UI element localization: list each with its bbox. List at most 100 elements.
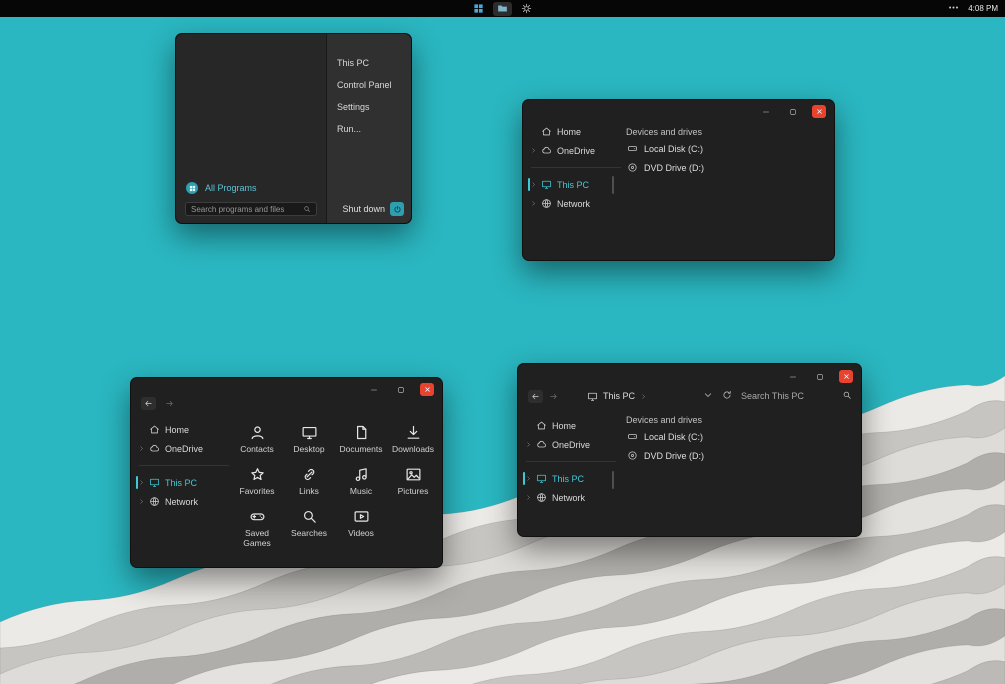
search-submit-button[interactable] (842, 390, 852, 402)
tray-overflow-button[interactable]: ••• (949, 5, 959, 12)
drive-item-c[interactable]: Local Disk (C:) (626, 139, 824, 158)
sidebar-item-home[interactable]: Home (529, 122, 623, 141)
sidebar-item-network[interactable]: Network (524, 488, 618, 507)
settings-taskbar-button[interactable] (517, 2, 536, 16)
this-pc-icon (587, 391, 598, 402)
drive-item-d[interactable]: DVD Drive (D:) (626, 158, 824, 177)
sidebar-scrollbar[interactable] (612, 176, 614, 194)
home-icon (149, 424, 160, 435)
breadcrumb[interactable]: This PC (587, 391, 647, 402)
chevron-right-icon (530, 200, 537, 207)
favorites-star-icon (249, 466, 266, 483)
chevron-right-icon (525, 494, 532, 501)
contacts-icon (249, 424, 266, 441)
start-menu-left-panel: All Programs (176, 34, 326, 223)
explorer-content: Devices and drives Local Disk (C:) DVD D… (626, 412, 851, 465)
power-button[interactable] (390, 202, 404, 216)
maximize-button[interactable] (393, 383, 408, 396)
documents-icon (353, 424, 370, 441)
address-dropdown-button[interactable] (703, 390, 713, 402)
start-search-box (185, 202, 317, 216)
chevron-right-icon (138, 498, 145, 505)
drive-item-c[interactable]: Local Disk (C:) (626, 427, 851, 446)
sidebar-item-home[interactable]: Home (524, 416, 618, 435)
taskbar-clock[interactable]: 4:08 PM (968, 4, 998, 13)
folder-item-contacts[interactable]: Contacts (231, 422, 283, 464)
forward-button[interactable] (162, 397, 177, 410)
sidebar-item-network[interactable]: Network (529, 194, 623, 213)
minimize-button[interactable] (366, 383, 381, 396)
maximize-button[interactable] (812, 370, 827, 383)
sidebar-item-onedrive[interactable]: OneDrive (529, 141, 623, 160)
explorer-search-input[interactable] (741, 391, 833, 401)
breadcrumb-label: This PC (603, 391, 636, 401)
folder-item-saved-games[interactable]: Saved Games (231, 506, 283, 548)
chevron-right-icon (138, 479, 145, 486)
window-caption (758, 105, 826, 118)
sidebar-item-this-pc[interactable]: This PC (136, 473, 231, 492)
minimize-button[interactable] (758, 105, 773, 118)
explorer-window-folders: Home OneDrive This PC Network Contacts D… (130, 377, 443, 568)
sidebar-scrollbar[interactable] (612, 471, 614, 489)
drive-item-d[interactable]: DVD Drive (D:) (626, 446, 851, 465)
this-pc-icon (541, 179, 552, 190)
sidebar-item-onedrive[interactable]: OneDrive (524, 435, 618, 454)
folder-icon (497, 3, 508, 14)
maximize-button[interactable] (785, 105, 800, 118)
folder-item-searches[interactable]: Searches (283, 506, 335, 548)
folder-item-videos[interactable]: Videos (335, 506, 387, 548)
drive-label: DVD Drive (D:) (644, 162, 704, 173)
back-button[interactable] (141, 397, 156, 410)
back-button[interactable] (528, 389, 543, 403)
sidebar-divider (139, 465, 229, 466)
close-button[interactable] (420, 383, 434, 396)
folder-item-documents[interactable]: Documents (335, 422, 387, 464)
sidebar-item-label: Network (165, 496, 199, 507)
dvd-icon (627, 162, 638, 173)
close-button[interactable] (812, 105, 826, 118)
all-programs-button[interactable]: All Programs (186, 182, 257, 194)
start-menu: All Programs This PC Control Panel Setti… (175, 33, 412, 224)
start-search-input[interactable] (191, 204, 299, 214)
chevron-down-icon (703, 390, 713, 400)
network-icon (541, 198, 552, 209)
sidebar-item-this-pc[interactable]: This PC (523, 469, 618, 488)
minimize-button[interactable] (785, 370, 800, 383)
start-menu-item-this-pc[interactable]: This PC (327, 52, 411, 74)
sidebar-item-onedrive[interactable]: OneDrive (137, 439, 231, 458)
close-button[interactable] (839, 370, 853, 383)
close-icon (816, 108, 823, 115)
desktop-icon (301, 424, 318, 441)
maximize-icon (397, 386, 405, 394)
refresh-button[interactable] (722, 390, 732, 402)
shutdown-label: Shut down (342, 204, 385, 214)
start-menu-item-run[interactable]: Run... (327, 118, 411, 140)
sidebar-item-label: OneDrive (557, 145, 596, 156)
explorer-window-search: This PC Home OneDrive (517, 363, 862, 537)
folder-item-links[interactable]: Links (283, 464, 335, 506)
sidebar-item-this-pc[interactable]: This PC (528, 175, 623, 194)
sidebar-item-home[interactable]: Home (137, 420, 231, 439)
start-grid-icon (473, 3, 484, 14)
folder-item-desktop[interactable]: Desktop (283, 422, 335, 464)
sidebar-item-network[interactable]: Network (137, 492, 231, 511)
folder-item-downloads[interactable]: Downloads (387, 422, 439, 464)
folder-item-music[interactable]: Music (335, 464, 387, 506)
file-explorer-taskbar-button[interactable] (493, 1, 512, 16)
sidebar-item-label: Network (557, 198, 591, 209)
hard-disk-icon (627, 143, 638, 154)
window-caption (785, 370, 853, 383)
maximize-icon (816, 373, 824, 381)
folder-label: Favorites (239, 486, 275, 496)
grid-icon (189, 185, 196, 192)
sidebar-item-label: OneDrive (165, 443, 204, 454)
refresh-icon (722, 390, 732, 400)
saved-games-icon (249, 508, 266, 525)
forward-button[interactable] (546, 390, 561, 403)
start-button[interactable] (469, 2, 488, 16)
sidebar-divider (526, 461, 616, 462)
start-menu-item-settings[interactable]: Settings (327, 96, 411, 118)
folder-item-favorites[interactable]: Favorites (231, 464, 283, 506)
start-menu-item-control-panel[interactable]: Control Panel (327, 74, 411, 96)
folder-item-pictures[interactable]: Pictures (387, 464, 439, 506)
